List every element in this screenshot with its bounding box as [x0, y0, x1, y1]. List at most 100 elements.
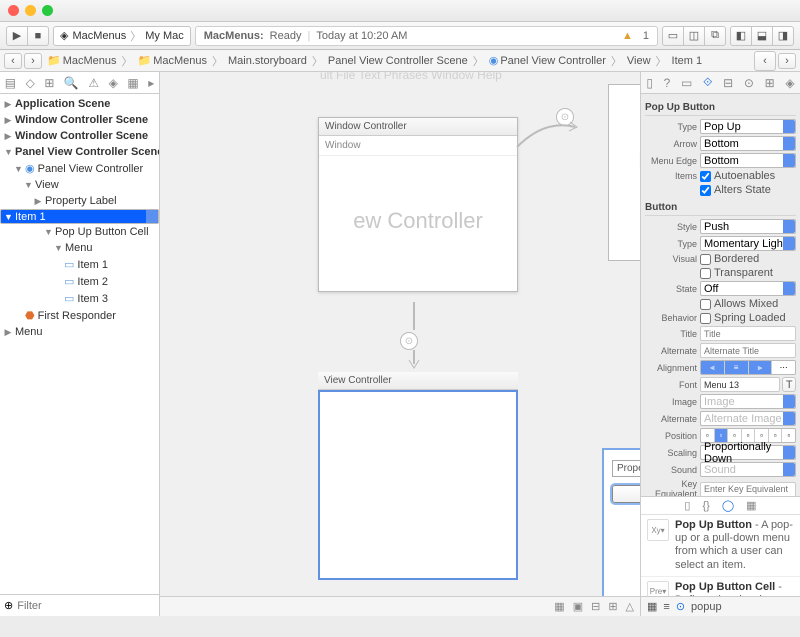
jump-item[interactable]: Item 1: [669, 55, 706, 67]
scene-view-controller[interactable]: ⊙ View Controller: [318, 372, 518, 580]
pin-button[interactable]: ⊞: [608, 600, 617, 613]
device-config-button[interactable]: ▦: [554, 600, 564, 613]
symbol-navigator-tab[interactable]: ⊞: [44, 76, 54, 90]
title-input[interactable]: [700, 326, 796, 341]
font-picker-button[interactable]: T: [782, 377, 796, 392]
warning-icon[interactable]: ▲: [622, 30, 633, 42]
scene-window-2[interactable]: ▶Window Controller Scene: [0, 128, 159, 144]
jump-folder[interactable]: 📁 MacMenus: [135, 54, 211, 67]
bordered-checkbox[interactable]: [700, 254, 711, 265]
grid-view-button[interactable]: ▦: [647, 600, 657, 613]
tree-menu-item-2[interactable]: ▭ Item 2: [0, 273, 159, 290]
tree-menu-item-1[interactable]: ▭ Item 1: [0, 256, 159, 273]
tree-view[interactable]: ▼View: [0, 177, 159, 193]
breakpoint-navigator-tab[interactable]: ▸: [148, 76, 154, 90]
alternate-title-input[interactable]: [700, 343, 796, 358]
media-library-tab[interactable]: ▦: [746, 499, 756, 512]
issue-navigator-tab[interactable]: ⚠: [88, 76, 99, 90]
jump-next-button[interactable]: ›: [778, 53, 796, 69]
attributes-inspector-tab[interactable]: ⟐: [703, 75, 712, 90]
tree-menu[interactable]: ▼Menu: [0, 240, 159, 256]
stop-button[interactable]: ■: [27, 26, 49, 46]
tree-popup-cell[interactable]: ▼Pop Up Button Cell: [0, 224, 159, 240]
scene-panel-view-controller-placeholder[interactable]: Panel View Controller: [608, 84, 640, 261]
key-equivalent-input[interactable]: [700, 482, 796, 497]
allows-mixed-checkbox[interactable]: [700, 299, 711, 310]
scene-application[interactable]: ▶Application Scene: [0, 96, 159, 112]
jump-project[interactable]: 📁 MacMenus: [44, 54, 120, 67]
view-controller-view[interactable]: [318, 390, 518, 580]
property-label[interactable]: Property: [612, 460, 640, 477]
jump-storyboard[interactable]: Main.storyboard: [225, 55, 310, 67]
code-snippet-tab[interactable]: {}: [702, 500, 709, 512]
find-navigator-tab[interactable]: 🔍: [64, 76, 79, 90]
jump-scene[interactable]: Panel View Controller Scene: [325, 55, 471, 67]
tree-menu-root[interactable]: ▶Menu: [0, 324, 159, 340]
size-inspector-tab[interactable]: ⊟: [723, 76, 733, 90]
panel-view[interactable]: Property: [602, 448, 640, 616]
popup-type-select[interactable]: Pop Up: [700, 119, 796, 134]
test-navigator-tab[interactable]: ◈: [109, 76, 118, 90]
project-navigator-tab[interactable]: ▤: [5, 76, 16, 90]
popup-button-control[interactable]: [612, 485, 640, 503]
minimize-window-button[interactable]: [25, 5, 36, 16]
popup-arrow-select[interactable]: Bottom: [700, 136, 796, 151]
tree-first-responder[interactable]: ⬣ First Responder: [0, 307, 159, 324]
file-template-tab[interactable]: ▯: [684, 499, 690, 512]
sound-select[interactable]: Sound: [700, 462, 796, 477]
button-style-select[interactable]: Push: [700, 219, 796, 234]
resolve-button[interactable]: △: [626, 600, 634, 613]
segue-icon[interactable]: ⊙: [400, 332, 418, 350]
version-editor-button[interactable]: ⧉: [704, 26, 726, 46]
assistant-editor-button[interactable]: ◫: [683, 26, 705, 46]
object-library-tab[interactable]: ◯: [722, 499, 734, 512]
standard-editor-button[interactable]: ▭: [662, 26, 684, 46]
toggle-navigator-button[interactable]: ◧: [730, 26, 752, 46]
nav-back-button[interactable]: ‹: [4, 53, 22, 69]
button-type-select[interactable]: Momentary Light: [700, 236, 796, 251]
scene-window-controller[interactable]: Window Controller Window ew Controller: [318, 117, 518, 292]
tree-panel-vc[interactable]: ▼◉Panel View Controller: [0, 160, 159, 177]
identity-inspector-tab[interactable]: ▭: [681, 76, 692, 90]
button-state-select[interactable]: Off: [700, 281, 796, 296]
scaling-select[interactable]: Proportionally Down: [700, 445, 796, 460]
debug-navigator-tab[interactable]: ▦: [127, 76, 138, 90]
image-select[interactable]: Image: [700, 394, 796, 409]
align-button[interactable]: ⊟: [591, 600, 600, 613]
scene-panel-active[interactable]: ◉ ⬣ ▭ Property: [602, 430, 640, 616]
connections-inspector-tab[interactable]: ⊙: [744, 76, 754, 90]
segue-icon[interactable]: ⊙: [556, 108, 574, 126]
font-input[interactable]: [700, 377, 780, 392]
toggle-debug-button[interactable]: ⬓: [751, 26, 773, 46]
run-button[interactable]: ▶: [6, 26, 28, 46]
scene-panel[interactable]: ▼Panel View Controller Scene: [0, 144, 159, 160]
jump-view[interactable]: View: [624, 55, 654, 67]
library-item-popup-button[interactable]: Xy▾ Pop Up Button - A pop-up or a pull-d…: [641, 515, 800, 577]
jump-controller[interactable]: ◉ Panel View Controller: [486, 54, 609, 67]
spring-loaded-checkbox[interactable]: [700, 313, 711, 324]
tree-property-label[interactable]: ▶Property Label: [0, 193, 159, 209]
toggle-utilities-button[interactable]: ◨: [772, 26, 794, 46]
effects-inspector-tab[interactable]: ◈: [785, 76, 794, 90]
zoom-window-button[interactable]: [42, 5, 53, 16]
source-control-tab[interactable]: ◇: [26, 76, 35, 90]
library-item-popup-cell[interactable]: Pre▾ Pop Up Button Cell - Defines the vi…: [641, 577, 800, 596]
nav-forward-button[interactable]: ›: [24, 53, 42, 69]
navigator-filter-input[interactable]: [17, 600, 159, 612]
transparent-checkbox[interactable]: [700, 268, 711, 279]
alt-image-select[interactable]: Alternate Image: [700, 411, 796, 426]
help-inspector-tab[interactable]: ?: [664, 76, 671, 90]
scene-window-1[interactable]: ▶Window Controller Scene: [0, 112, 159, 128]
tree-item-1[interactable]: ▼Item 1: [0, 209, 159, 224]
autoenables-checkbox[interactable]: [700, 171, 711, 182]
interface-builder-canvas[interactable]: ult File Text Phrases Window Help Window…: [160, 72, 640, 616]
file-inspector-tab[interactable]: ▯: [646, 76, 653, 90]
scheme-selector[interactable]: ◈ MacMenus 〉 My Mac: [53, 26, 191, 46]
library-filter-text[interactable]: popup: [691, 601, 722, 613]
close-window-button[interactable]: [8, 5, 19, 16]
embed-button[interactable]: ▣: [573, 600, 583, 613]
tree-menu-item-3[interactable]: ▭ Item 3: [0, 290, 159, 307]
popup-edge-select[interactable]: Bottom: [700, 153, 796, 168]
alignment-segmented[interactable]: ⫷≡⫸⋯: [700, 360, 796, 375]
alters-state-checkbox[interactable]: [700, 185, 711, 196]
